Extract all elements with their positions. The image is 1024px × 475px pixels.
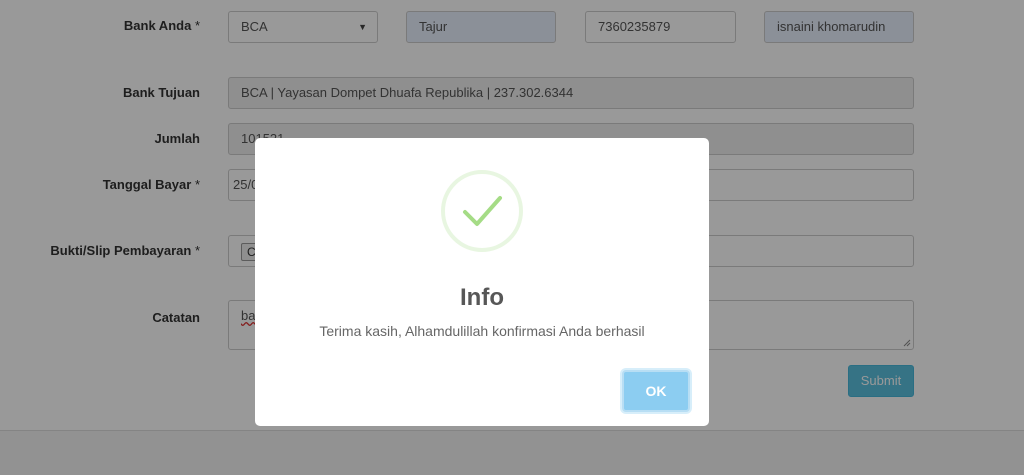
ok-button[interactable]: OK bbox=[622, 370, 690, 412]
payment-confirmation-page: Bank Anda * BCA ▼ Tajur 7360235879 isnai… bbox=[0, 0, 1024, 475]
info-dialog: Info Terima kasih, Alhamdulillah konfirm… bbox=[255, 138, 709, 426]
success-check-icon bbox=[441, 170, 523, 252]
dialog-title: Info bbox=[460, 284, 504, 311]
dialog-message: Terima kasih, Alhamdulillah konfirmasi A… bbox=[319, 323, 645, 339]
check-icon bbox=[463, 196, 502, 226]
